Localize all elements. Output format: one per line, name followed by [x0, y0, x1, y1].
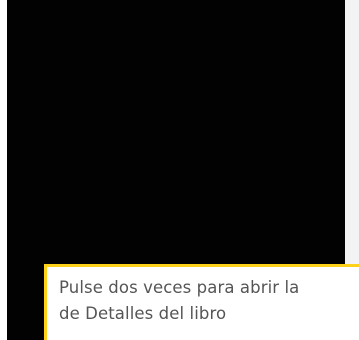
tooltip-text-line-1: Pulse dos veces para abrir la: [59, 278, 300, 297]
window-area: Pulse dos veces para abrir la de Detalle…: [0, 0, 359, 340]
tooltip: Pulse dos veces para abrir la de Detalle…: [44, 264, 359, 340]
tooltip-text-line-2: de Detalles del libro: [59, 304, 227, 323]
